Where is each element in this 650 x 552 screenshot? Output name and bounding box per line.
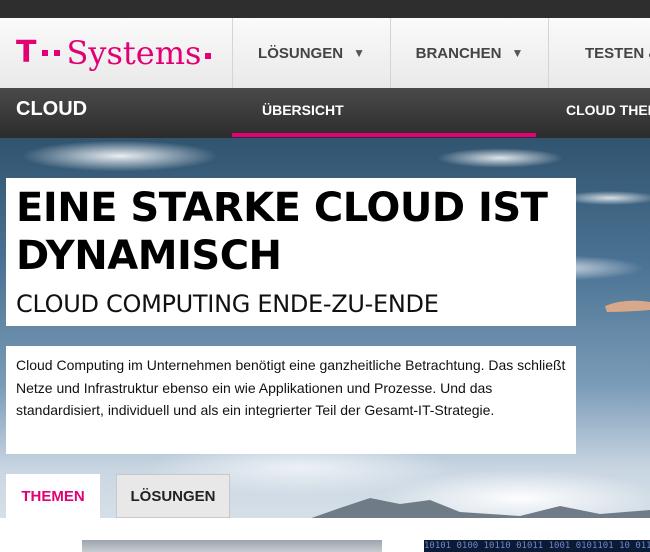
- logo-t-letter: T: [16, 35, 37, 70]
- logo-dot: [54, 50, 61, 56]
- description-panel: Cloud Computing im Unternehmen benötigt …: [6, 346, 576, 454]
- t-systems-logo[interactable]: T Systems: [16, 34, 212, 72]
- hero-banner: EINE STARKE CLOUD IST DYNAMISCH CLOUD CO…: [0, 138, 650, 552]
- logo-dots: [42, 50, 61, 56]
- headline-panel: EINE STARKE CLOUD IST DYNAMISCH CLOUD CO…: [6, 178, 576, 326]
- logo-dot: [205, 53, 212, 59]
- nav-item-testen[interactable]: TESTEN &: [548, 18, 650, 88]
- caret-down-icon: ▼: [353, 46, 365, 60]
- outstretched-arm-image: [605, 300, 650, 312]
- section-title[interactable]: CLOUD: [16, 98, 87, 121]
- tab-cloud-themen[interactable]: CLOUD THEM: [566, 102, 650, 118]
- hero-headline: EINE STARKE CLOUD IST DYNAMISCH: [16, 185, 548, 279]
- main-navigation: T Systems LÖSUNGEN ▼ BRANCHEN ▼ TESTEN &: [0, 18, 650, 89]
- caret-down-icon: ▼: [511, 46, 524, 60]
- logo-dot: [42, 50, 49, 56]
- teaser-image-binary[interactable]: 10101 0100 10110 01011 1001 0101101 10 0…: [424, 540, 650, 552]
- nav-item-label: TESTEN &: [585, 44, 650, 62]
- section-navigation: CLOUD ÜBERSICHT CLOUD THEM: [0, 88, 650, 138]
- tab-uebersicht[interactable]: ÜBERSICHT: [262, 102, 344, 118]
- hero-description: Cloud Computing im Unternehmen benötigt …: [16, 357, 566, 418]
- logo-wordmark: Systems: [66, 34, 202, 72]
- active-tab-indicator: [232, 133, 536, 137]
- tab-loesungen[interactable]: LÖSUNGEN: [116, 474, 230, 518]
- tab-themen[interactable]: THEMEN: [6, 474, 100, 518]
- nav-item-branchen[interactable]: BRANCHEN ▼: [390, 18, 548, 88]
- nav-item-label: BRANCHEN: [415, 44, 502, 62]
- hero-subheadline: CLOUD COMPUTING ENDE-ZU-ENDE: [16, 290, 439, 318]
- teaser-image[interactable]: [82, 540, 382, 552]
- nav-item-label: LÖSUNGEN: [258, 44, 344, 62]
- nav-item-loesungen[interactable]: LÖSUNGEN ▼: [232, 18, 390, 88]
- top-strip: [0, 0, 650, 18]
